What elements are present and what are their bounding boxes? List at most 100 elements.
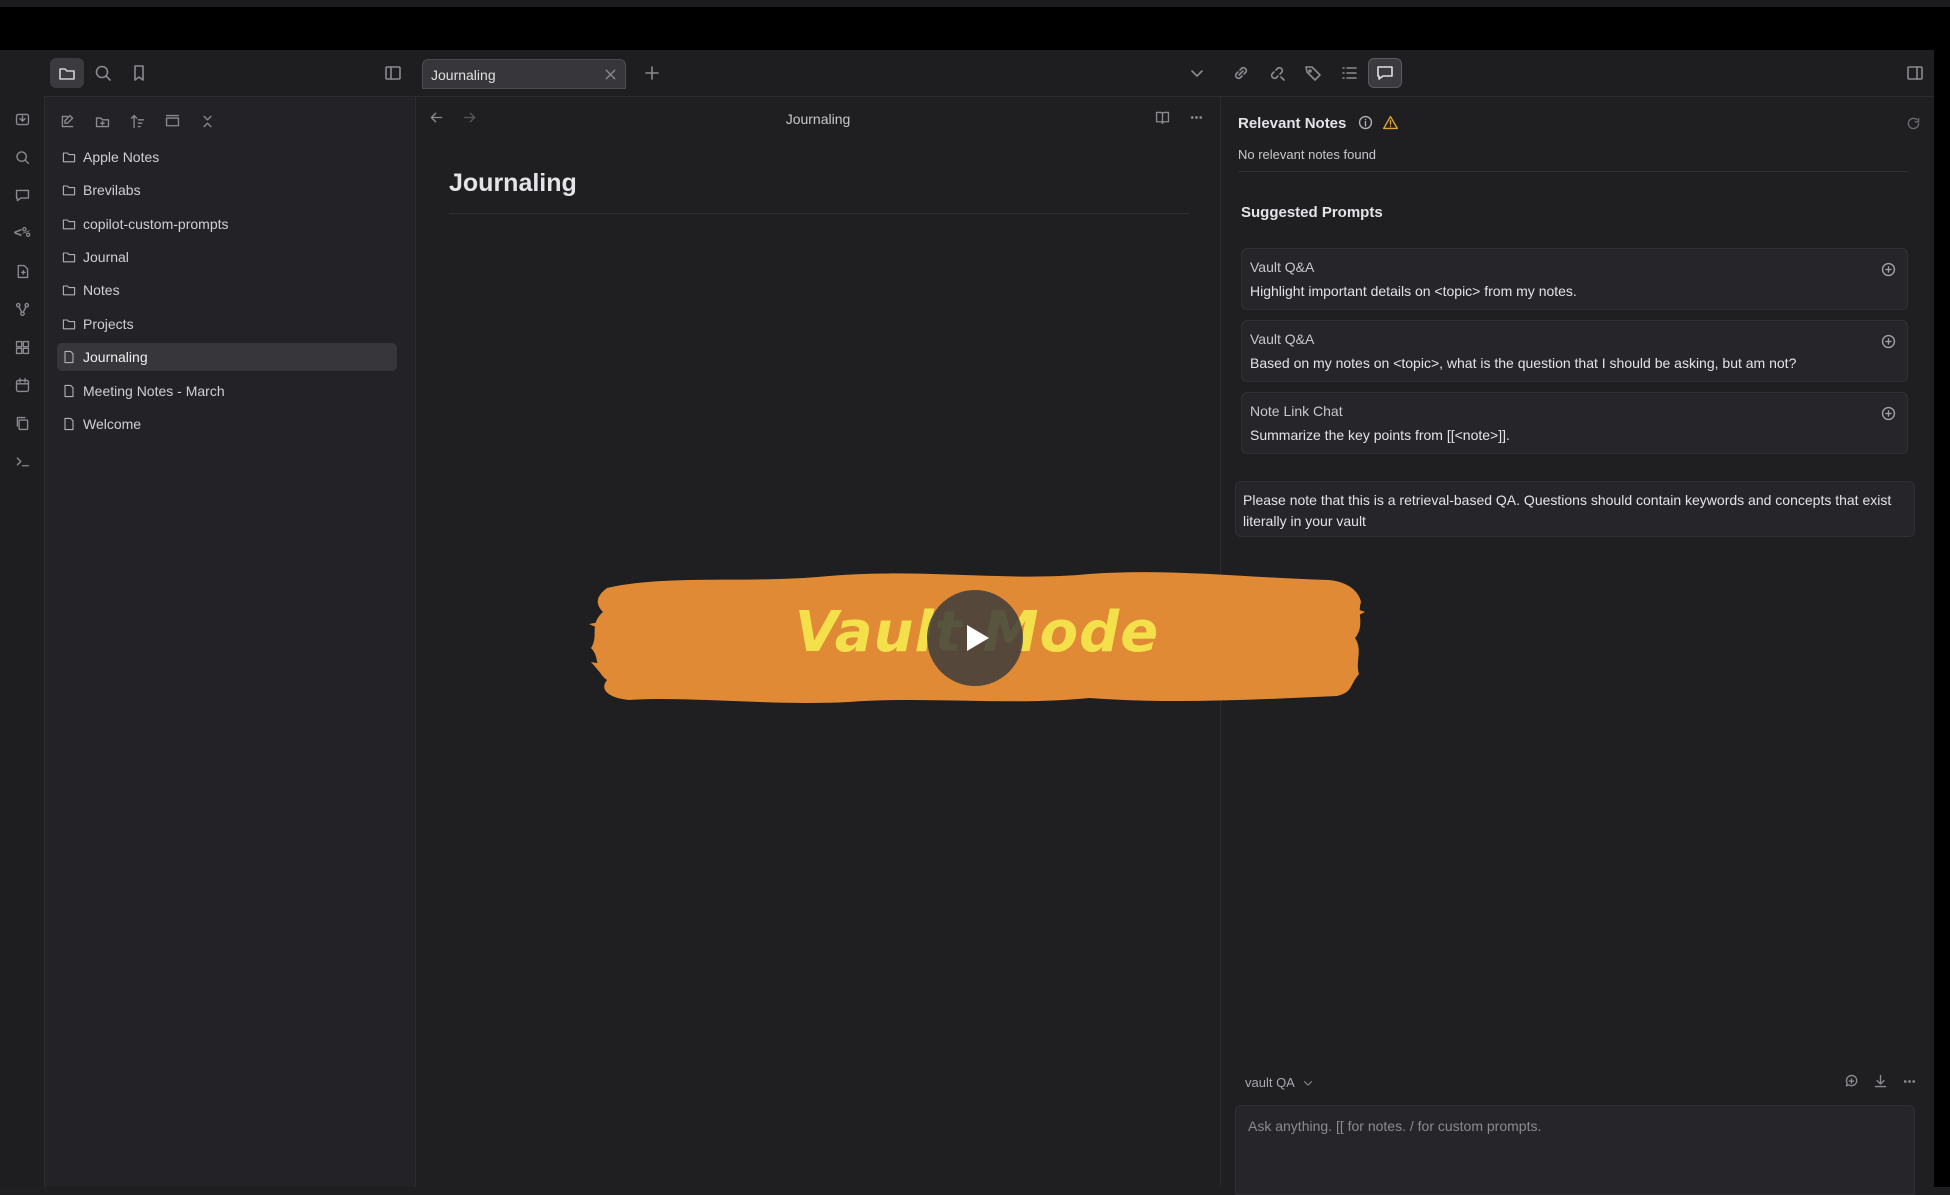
tab-title: Journaling <box>431 67 496 83</box>
folder-icon <box>62 219 76 230</box>
file-journaling[interactable]: Journaling <box>57 343 397 371</box>
folder-projects[interactable]: Projects <box>57 310 397 338</box>
folder-journal[interactable]: Journal <box>57 243 397 271</box>
search-tab-button[interactable] <box>86 58 120 88</box>
prompt-text: Based on my notes on <topic>, what is th… <box>1250 355 1797 371</box>
file-explorer: Apple Notes Brevilabs copilot-custom-pro… <box>45 97 416 1187</box>
mode-label: vault QA <box>1245 1075 1295 1090</box>
tree-item-label: Journal <box>83 249 129 265</box>
add-circle-icon[interactable] <box>1880 405 1897 422</box>
folder-icon <box>62 252 76 263</box>
link-icon[interactable] <box>1224 58 1258 88</box>
terminal-icon[interactable] <box>11 450 33 472</box>
grid-icon[interactable] <box>11 336 33 358</box>
prompt-tag: Vault Q&A <box>1250 259 1315 275</box>
file-icon <box>64 350 74 364</box>
play-button[interactable] <box>927 590 1023 686</box>
mode-selector[interactable]: vault QA <box>1245 1075 1315 1090</box>
left-ribbon: <% <box>0 50 45 1187</box>
new-tab-button[interactable] <box>635 58 669 88</box>
download-icon[interactable] <box>1872 1073 1889 1090</box>
view-header: Journaling <box>416 97 1220 141</box>
title-divider <box>449 213 1189 214</box>
add-circle-icon[interactable] <box>1880 261 1897 278</box>
tree-item-label: Journaling <box>83 349 148 365</box>
folder-icon <box>62 152 76 163</box>
suggested-prompts-title: Suggested Prompts <box>1241 204 1383 221</box>
close-all-icon[interactable] <box>195 109 219 133</box>
tree-item-label: Projects <box>83 316 134 332</box>
chat-input[interactable]: Ask anything. [[ for notes. / for custom… <box>1235 1105 1915 1195</box>
search-icon[interactable] <box>11 146 33 168</box>
folder-copilot-custom-prompts[interactable]: copilot-custom-prompts <box>57 210 397 238</box>
folder-icon <box>62 285 76 296</box>
graph-icon[interactable] <box>11 298 33 320</box>
tree-item-label: Apple Notes <box>83 149 160 165</box>
outline-icon[interactable] <box>1332 58 1366 88</box>
play-icon <box>967 625 989 651</box>
view-title: Journaling <box>785 111 851 127</box>
folder-apple-notes[interactable]: Apple Notes <box>57 143 397 171</box>
unlink-icon[interactable] <box>1260 58 1294 88</box>
prompt-card[interactable]: Vault Q&A Highlight important details on… <box>1241 248 1908 310</box>
bookmarks-tab-button[interactable] <box>122 58 156 88</box>
prompt-card[interactable]: Note Link Chat Summarize the key points … <box>1241 392 1908 454</box>
files-tab-button[interactable] <box>50 58 84 88</box>
folder-icon <box>62 319 76 330</box>
tree-item-label: Brevilabs <box>83 182 141 198</box>
collapse-all-icon[interactable] <box>160 109 184 133</box>
tree-item-label: Notes <box>83 282 120 298</box>
import-icon[interactable] <box>11 108 33 130</box>
chat-icon[interactable] <box>11 184 33 206</box>
titlebar-edge <box>0 0 1950 7</box>
tree-item-label: Welcome <box>83 416 142 432</box>
window-edge <box>1934 50 1950 1187</box>
file-icon <box>64 417 74 431</box>
sort-icon[interactable] <box>125 109 149 133</box>
prompt-text: Summarize the key points from [[<note>]]… <box>1250 427 1510 443</box>
info-icon[interactable] <box>1357 114 1374 131</box>
right-sidebar-toggle-icon[interactable] <box>1898 58 1932 88</box>
folder-icon <box>62 185 76 196</box>
file-plus-icon[interactable] <box>11 260 33 282</box>
tags-icon[interactable] <box>1296 58 1330 88</box>
more-options-icon[interactable] <box>1188 109 1205 126</box>
warning-icon[interactable] <box>1382 114 1399 131</box>
more-options-icon[interactable] <box>1901 1073 1918 1090</box>
copy-icon[interactable] <box>11 412 33 434</box>
close-icon[interactable] <box>602 66 619 83</box>
prompt-tag: Vault Q&A <box>1250 331 1315 347</box>
refresh-icon[interactable] <box>1905 115 1922 132</box>
tree-item-label: copilot-custom-prompts <box>83 216 229 232</box>
chevron-down-icon <box>1303 1080 1312 1086</box>
relevant-notes-title: Relevant Notes <box>1238 115 1347 132</box>
new-folder-icon[interactable] <box>90 109 114 133</box>
chat-input-placeholder: Ask anything. [[ for notes. / for custom… <box>1248 1118 1542 1134</box>
note-title[interactable]: Journaling <box>449 169 577 198</box>
tree-item-label: Meeting Notes - March <box>83 383 225 399</box>
file-welcome[interactable]: Welcome <box>57 410 397 438</box>
reading-view-icon[interactable] <box>1154 109 1171 126</box>
tab-journaling[interactable]: Journaling <box>422 59 626 89</box>
file-icon <box>64 384 74 398</box>
copilot-chat-icon[interactable] <box>1368 58 1402 88</box>
relevant-notes-empty: No relevant notes found <box>1238 147 1377 162</box>
prompt-tag: Note Link Chat <box>1250 403 1343 419</box>
vault-mode-banner: Vault Mode <box>589 566 1365 710</box>
calendar-icon[interactable] <box>11 374 33 396</box>
templater-icon[interactable]: <% <box>11 222 33 244</box>
window-titlebar <box>0 0 1950 50</box>
prompt-text: Highlight important details on <topic> f… <box>1250 283 1577 299</box>
new-note-icon[interactable] <box>55 109 79 133</box>
sidebar-toggle-icon[interactable] <box>376 58 410 88</box>
chevron-down-icon[interactable] <box>1180 58 1214 88</box>
add-circle-icon[interactable] <box>1880 333 1897 350</box>
prompt-card[interactable]: Vault Q&A Based on my notes on <topic>, … <box>1241 320 1908 382</box>
file-meeting-notes-march[interactable]: Meeting Notes - March <box>57 377 397 405</box>
relevant-notes-header: Relevant Notes <box>1238 114 1399 132</box>
folder-notes[interactable]: Notes <box>57 276 397 304</box>
folder-brevilabs[interactable]: Brevilabs <box>57 176 397 204</box>
new-chat-icon[interactable] <box>1843 1073 1860 1090</box>
retrieval-note: Please note that this is a retrieval-bas… <box>1235 481 1915 537</box>
tab-bar: Journaling <box>44 50 1934 97</box>
